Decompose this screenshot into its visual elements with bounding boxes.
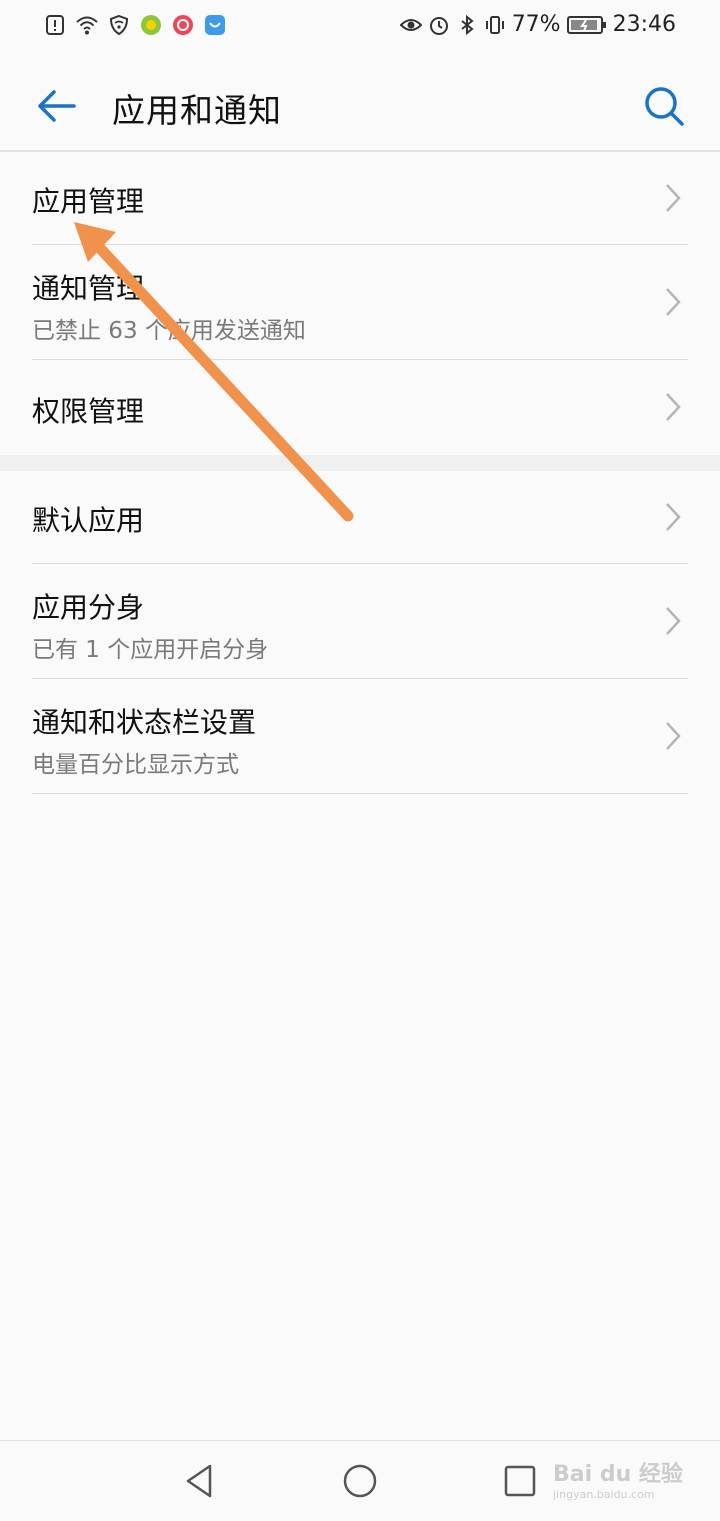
list-item-notification-management[interactable]: 通知管理 已禁止 63 个应用发送通知	[32, 245, 688, 360]
list-item-subtitle: 已有 1 个应用开启分身	[32, 637, 269, 663]
chevron-right-icon	[666, 503, 681, 531]
list-item-app-twin[interactable]: 应用分身 已有 1 个应用开启分身	[32, 564, 688, 679]
list-item-title: 应用分身	[32, 591, 145, 624]
eye-icon	[399, 18, 422, 31]
chevron-right-icon	[666, 722, 681, 750]
vibrate-icon	[485, 15, 504, 34]
list-item-title: 默认应用	[32, 504, 145, 537]
settings-group-2: 默认应用 应用分身 已有 1 个应用开启分身 通知和状态栏设置 电量百分比显示方…	[0, 471, 720, 794]
chevron-right-icon	[666, 607, 681, 635]
list-item-default-apps[interactable]: 默认应用	[32, 471, 688, 564]
nav-recents-icon[interactable]	[502, 1463, 538, 1499]
status-bar: 77% 23:46	[0, 0, 720, 58]
page-title: 应用和通知	[112, 91, 282, 130]
clock: 23:46	[612, 12, 676, 37]
status-bar-system-icons: 77% 23:46	[399, 12, 676, 37]
list-item-title: 通知管理	[32, 272, 145, 305]
alarm-icon	[429, 16, 448, 35]
watermark: Bai du 经验 jingyan.baidu.com	[553, 1456, 683, 1501]
search-icon[interactable]	[642, 84, 686, 128]
chevron-right-icon	[666, 184, 681, 212]
app-icon-blue	[205, 15, 225, 35]
list-item-permission-management[interactable]: 权限管理	[32, 360, 688, 454]
list-item-notification-statusbar-settings[interactable]: 通知和状态栏设置 电量百分比显示方式	[32, 679, 688, 794]
list-item-app-management[interactable]: 应用管理	[32, 152, 688, 245]
shield-wifi-icon	[109, 14, 129, 36]
nav-back-icon[interactable]	[182, 1463, 218, 1499]
list-item-subtitle: 电量百分比显示方式	[32, 752, 239, 778]
alert-icon	[46, 15, 64, 35]
status-bar-notification-icons	[44, 14, 226, 36]
battery-percent: 77%	[511, 12, 561, 37]
bluetooth-icon	[461, 14, 474, 35]
app-icon-green	[141, 15, 161, 35]
list-item-title: 通知和状态栏设置	[32, 706, 257, 739]
list-item-title: 权限管理	[32, 395, 145, 428]
chevron-right-icon	[666, 393, 681, 421]
back-arrow-icon[interactable]	[34, 84, 78, 128]
chevron-right-icon	[666, 288, 681, 316]
watermark-brand: Bai du 经验	[553, 1462, 683, 1487]
app-header: 应用和通知	[0, 58, 720, 154]
watermark-url: jingyan.baidu.com	[553, 1488, 655, 1501]
nav-home-icon[interactable]	[342, 1463, 378, 1499]
battery-charging-icon	[566, 15, 606, 34]
settings-group-1: 应用管理 通知管理 已禁止 63 个应用发送通知 权限管理	[0, 152, 720, 454]
app-icon-red	[173, 15, 193, 35]
list-item-title: 应用管理	[32, 185, 145, 218]
section-divider	[0, 455, 720, 471]
list-item-subtitle: 已禁止 63 个应用发送通知	[32, 318, 306, 344]
wifi-icon	[76, 16, 98, 35]
